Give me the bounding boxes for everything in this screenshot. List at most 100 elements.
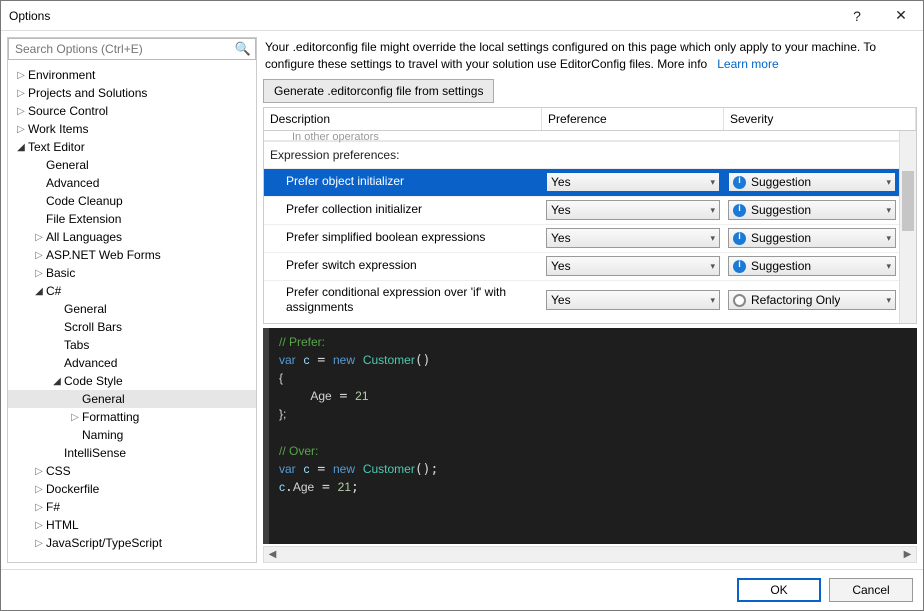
setting-row[interactable]: Prefer switch expressionYes▾iSuggestion▾ (264, 252, 916, 280)
chevron-icon[interactable]: ▷ (32, 466, 46, 477)
tree-item-advanced[interactable]: Advanced (8, 174, 256, 192)
preference-dropdown[interactable]: Yes ▾ (546, 228, 720, 248)
chevron-down-icon: ▾ (886, 177, 891, 188)
chevron-icon[interactable]: ◢ (32, 286, 46, 297)
tree-item-text-editor[interactable]: ◢Text Editor (8, 138, 256, 156)
tree-item-css[interactable]: ▷CSS (8, 462, 256, 480)
cutoff-row: In other operators (264, 131, 916, 141)
setting-row[interactable]: Prefer object initializerYes▾iSuggestion… (264, 168, 916, 196)
tree-item-label: File Extension (46, 212, 121, 226)
tree-item-asp-net-web-forms[interactable]: ▷ASP.NET Web Forms (8, 246, 256, 264)
severity-dropdown[interactable]: Refactoring Only▾ (728, 290, 896, 310)
chevron-icon[interactable]: ◢ (50, 376, 64, 387)
preference-value: Yes (551, 175, 571, 189)
tree-item-label: Environment (28, 68, 95, 82)
tree-item-general[interactable]: General (8, 390, 256, 408)
tree-item-label: Text Editor (28, 140, 85, 154)
tree-item-general[interactable]: General (8, 156, 256, 174)
help-button[interactable]: ? (835, 2, 879, 30)
preference-value: Yes (551, 231, 571, 245)
sidebar: 🔍 ▷Environment▷Projects and Solutions▷So… (7, 37, 257, 563)
severity-dropdown[interactable]: iSuggestion▾ (728, 200, 896, 220)
tree-item-html[interactable]: ▷HTML (8, 516, 256, 534)
column-description[interactable]: Description (264, 108, 542, 130)
tree-item-scroll-bars[interactable]: Scroll Bars (8, 318, 256, 336)
learn-more-link[interactable]: Learn more (717, 57, 778, 71)
chevron-down-icon: ▾ (710, 233, 715, 244)
tree-item-f-[interactable]: ▷F# (8, 498, 256, 516)
scroll-right-icon[interactable]: ▶ (899, 547, 916, 562)
tree-item-source-control[interactable]: ▷Source Control (8, 102, 256, 120)
tree-item-naming[interactable]: Naming (8, 426, 256, 444)
tree-item-tabs[interactable]: Tabs (8, 336, 256, 354)
tree-item-c-[interactable]: ◢C# (8, 282, 256, 300)
tree-item-work-items[interactable]: ▷Work Items (8, 120, 256, 138)
preference-dropdown[interactable]: Yes▾ (546, 256, 720, 276)
info-icon: i (733, 204, 746, 217)
generate-editorconfig-button[interactable]: Generate .editorconfig file from setting… (263, 79, 494, 103)
setting-row[interactable]: Prefer conditional expression over 'if' … (264, 280, 916, 320)
chevron-down-icon: ▾ (886, 233, 891, 244)
tree-item-label: Advanced (46, 176, 99, 190)
close-button[interactable]: ✕ (879, 2, 923, 30)
tree-item-projects-and-solutions[interactable]: ▷Projects and Solutions (8, 84, 256, 102)
info-text: Your .editorconfig file might override t… (263, 37, 917, 79)
tree-item-dockerfile[interactable]: ▷Dockerfile (8, 480, 256, 498)
preference-dropdown[interactable]: Yes▾ (546, 200, 720, 220)
tree-item-all-languages[interactable]: ▷All Languages (8, 228, 256, 246)
tree-item-label: IntelliSense (64, 446, 126, 460)
chevron-icon[interactable]: ▷ (68, 412, 82, 423)
chevron-down-icon: ▾ (710, 177, 715, 188)
chevron-icon[interactable]: ▷ (32, 484, 46, 495)
severity-dropdown[interactable]: iSuggestion▾ (728, 172, 896, 192)
tree-item-basic[interactable]: ▷Basic (8, 264, 256, 282)
chevron-icon[interactable]: ▷ (32, 502, 46, 513)
chevron-icon[interactable]: ◢ (14, 142, 28, 153)
chevron-icon[interactable]: ▷ (32, 268, 46, 279)
group-expression-preferences: Expression preferences: (264, 141, 916, 168)
chevron-icon[interactable]: ▷ (32, 250, 46, 261)
info-icon: i (733, 232, 746, 245)
tree-item-label: Code Style (64, 374, 123, 388)
window-title: Options (9, 9, 50, 23)
setting-row[interactable]: Prefer simplified boolean expressionsYes… (264, 224, 916, 252)
preference-dropdown[interactable]: Yes ▾ (546, 172, 720, 192)
content-horizontal-scrollbar[interactable]: ◀ ▶ (263, 546, 917, 563)
tree-item-javascript-typescript[interactable]: ▷JavaScript/TypeScript (8, 534, 256, 552)
chevron-icon[interactable]: ▷ (32, 232, 46, 243)
tree-item-code-style[interactable]: ◢Code Style (8, 372, 256, 390)
tree-item-code-cleanup[interactable]: Code Cleanup (8, 192, 256, 210)
setting-description: Prefer conditional expression over 'if' … (264, 281, 542, 320)
tree-item-environment[interactable]: ▷Environment (8, 66, 256, 84)
column-preference[interactable]: Preference (542, 108, 724, 130)
chevron-icon[interactable]: ▷ (32, 520, 46, 531)
grid-vertical-scrollbar[interactable] (899, 131, 916, 323)
ok-button[interactable]: OK (737, 578, 821, 602)
setting-description: Prefer simplified boolean expressions (264, 226, 542, 250)
chevron-icon[interactable]: ▷ (14, 124, 28, 135)
chevron-icon[interactable]: ▷ (14, 88, 28, 99)
tree-item-file-extension[interactable]: File Extension (8, 210, 256, 228)
column-severity[interactable]: Severity (724, 108, 916, 130)
search-input[interactable] (8, 38, 256, 60)
options-tree[interactable]: ▷Environment▷Projects and Solutions▷Sour… (8, 64, 256, 562)
setting-row[interactable]: Prefer collection initializerYes▾ iSugges… (264, 196, 916, 224)
severity-dropdown[interactable]: i Suggestion ▾ (728, 228, 896, 248)
tree-item-label: All Languages (46, 230, 122, 244)
cancel-button[interactable]: Cancel (829, 578, 913, 602)
tree-item-intellisense[interactable]: IntelliSense (8, 444, 256, 462)
setting-description: Prefer collection initializer (264, 198, 542, 222)
chevron-icon[interactable]: ▷ (14, 70, 28, 81)
preference-dropdown[interactable]: Yes▾ (546, 290, 720, 310)
severity-dropdown[interactable]: iSuggestion▾ (728, 256, 896, 276)
severity-value: Suggestion (751, 231, 811, 245)
options-dialog: Options ? ✕ 🔍 ▷Environment▷Projects and … (0, 0, 924, 611)
chevron-icon[interactable]: ▷ (32, 538, 46, 549)
tree-item-advanced[interactable]: Advanced (8, 354, 256, 372)
scroll-left-icon[interactable]: ◀ (264, 547, 281, 562)
tree-item-general[interactable]: General (8, 300, 256, 318)
tree-item-formatting[interactable]: ▷Formatting (8, 408, 256, 426)
severity-value: Refactoring Only (751, 293, 840, 307)
chevron-icon[interactable]: ▷ (14, 106, 28, 117)
tree-item-label: Formatting (82, 410, 139, 424)
